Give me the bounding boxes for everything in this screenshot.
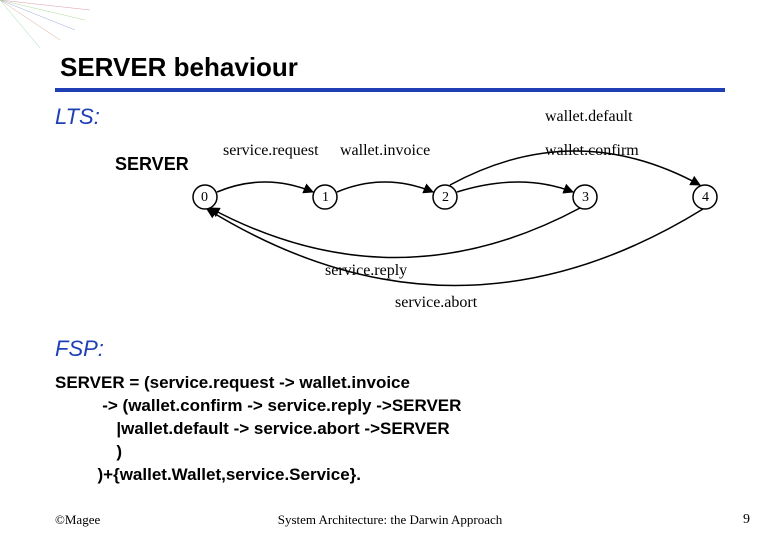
- fsp-heading: FSP:: [55, 336, 104, 362]
- state-1: 1: [322, 190, 329, 206]
- state-0: 0: [201, 190, 208, 206]
- fsp-code: SERVER = (service.request -> wallet.invo…: [55, 372, 461, 487]
- slide-title: SERVER behaviour: [60, 52, 298, 83]
- state-3: 3: [582, 190, 589, 206]
- corner-decoration: [0, 0, 90, 50]
- footer-title: System Architecture: the Darwin Approach: [0, 512, 780, 528]
- state-4: 4: [702, 190, 709, 206]
- lts-diagram: SERVER service.request wallet.invoice wa…: [55, 102, 735, 332]
- slide-number: 9: [743, 512, 750, 528]
- state-2: 2: [442, 190, 449, 206]
- lts-svg: [55, 102, 735, 332]
- title-underline: [55, 88, 725, 92]
